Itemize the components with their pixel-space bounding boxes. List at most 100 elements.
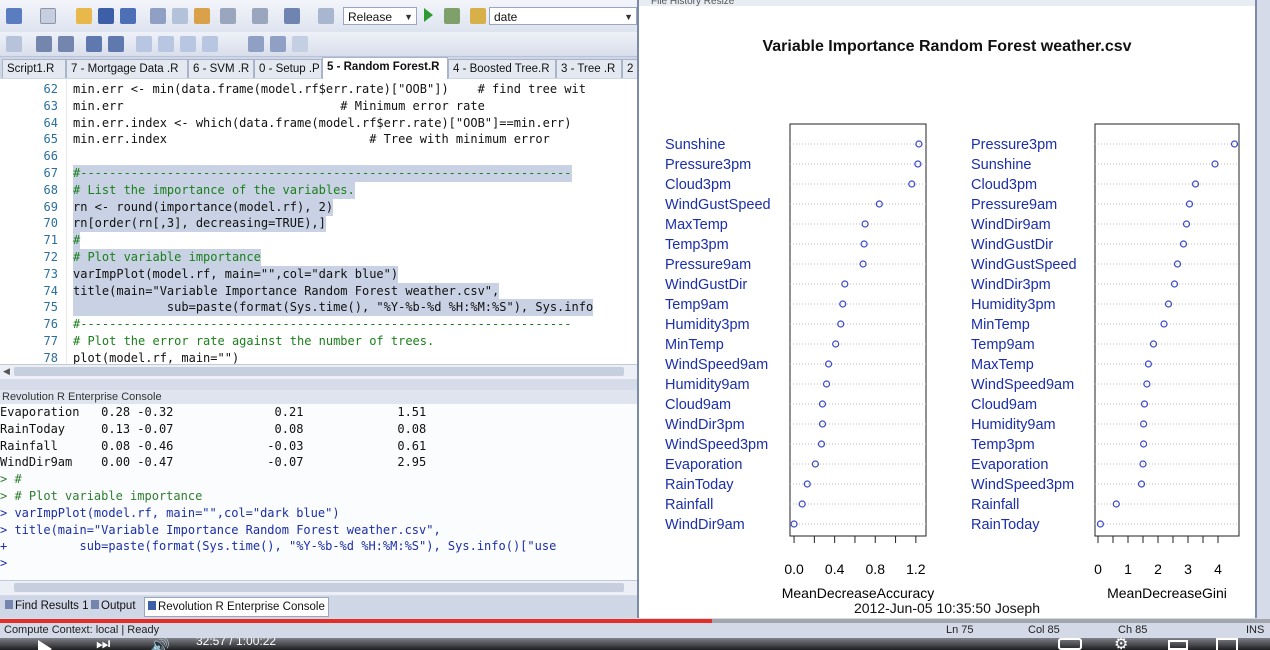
line-indicator: Ln 75: [946, 624, 974, 636]
code-line: 69 rn <- round(importance(model.rf), 2): [0, 198, 640, 216]
debug-icon[interactable]: [444, 8, 460, 24]
scrollbar-thumb[interactable]: [14, 583, 624, 592]
variable-label: Rainfall: [971, 497, 1019, 513]
open-folder-icon[interactable]: [76, 8, 92, 24]
code-line: 72 # Plot variable importance: [0, 249, 640, 266]
code-text: title(main="Variable Importance Random F…: [73, 282, 500, 300]
window-icon[interactable]: [318, 8, 334, 24]
x-tick-label: 0.0: [784, 561, 804, 577]
configuration-value: Release: [348, 10, 393, 24]
editor-horizontal-scrollbar[interactable]: ◀: [0, 364, 640, 379]
tab-svm[interactable]: 6 - SVM .R: [188, 59, 254, 78]
uncomment-icon[interactable]: [108, 36, 124, 52]
variable-label: Cloud3pm: [665, 177, 731, 193]
variable-label: Humidity3pm: [971, 297, 1056, 313]
plot-panel-frame: [789, 123, 927, 537]
search-combo[interactable]: date ▼: [489, 7, 637, 25]
next-bookmark-icon[interactable]: [180, 36, 196, 52]
plot-panel-frame: [1094, 123, 1240, 537]
code-text: plot(model.rf, main=""): [73, 350, 240, 364]
tab-setup[interactable]: 0 - Setup .P: [254, 59, 322, 78]
line-number: 68: [43, 182, 58, 197]
tab-random-forest[interactable]: 5 - Random Forest.R: [322, 57, 448, 79]
tab-find-results[interactable]: Find Results 1: [2, 597, 92, 615]
line-number: 71: [43, 233, 58, 248]
video-progress-bar[interactable]: [0, 619, 1270, 623]
paste-icon[interactable]: [194, 8, 210, 24]
variable-importance-chart: Sunshine Pressure3pm Cloud3pm WindGustSpeed…: [665, 123, 1240, 601]
tab-tree[interactable]: 3 - Tree .R: [556, 59, 622, 78]
save-icon[interactable]: [98, 8, 114, 24]
zoom-icon[interactable]: [292, 36, 308, 52]
x-tick-label: 1.2: [906, 561, 926, 577]
prev-bookmark-icon[interactable]: [158, 36, 174, 52]
variable-label: WindSpeed9am: [971, 377, 1074, 393]
volume-icon[interactable]: 🔊: [150, 638, 170, 650]
undo-icon[interactable]: [220, 8, 236, 24]
console-horizontal-scrollbar[interactable]: [0, 580, 640, 595]
variable-label: WindSpeed3pm: [665, 437, 768, 453]
comment-icon[interactable]: [86, 36, 102, 52]
tab-script1[interactable]: Script1.R: [2, 59, 66, 78]
find-in-files-icon[interactable]: [248, 36, 264, 52]
new-project-icon[interactable]: [6, 8, 22, 24]
variable-label: Cloud9am: [665, 397, 731, 413]
run-icon[interactable]: [424, 8, 433, 22]
tab-boosted-tree[interactable]: 4 - Boosted Tree.R: [448, 59, 556, 78]
variable-label: RainToday: [971, 517, 1040, 533]
navigate-icon[interactable]: [284, 8, 300, 24]
code-line: 77 # Plot the error rate against the numb…: [0, 333, 640, 350]
variable-label: Temp3pm: [665, 237, 729, 253]
main-toolbar: Release ▼ date ▼: [0, 0, 640, 33]
tab-label: 6 - SVM .R: [193, 63, 250, 75]
variable-label: Pressure3pm: [665, 157, 751, 173]
r-console[interactable]: Evaporation 0.28 -0.32 0.21 1.51 RainToda…: [0, 404, 640, 580]
x-tick-label: 0: [1094, 561, 1102, 577]
theater-mode-icon[interactable]: [1168, 640, 1188, 650]
variable-label: WindDir9am: [665, 517, 745, 533]
captions-icon[interactable]: [1058, 638, 1082, 650]
redo-icon[interactable]: [252, 8, 268, 24]
copy-icon[interactable]: [172, 8, 188, 24]
font-size-icon[interactable]: [6, 36, 22, 52]
chevron-down-icon: ▼: [624, 12, 633, 22]
variable-label: WindDir3pm: [971, 277, 1051, 293]
x-tick-label: 1: [1124, 561, 1132, 577]
editor-toolbar: [0, 32, 640, 57]
fullscreen-icon[interactable]: [1216, 638, 1238, 650]
find-icon[interactable]: [470, 8, 486, 24]
scrollbar-thumb[interactable]: [14, 367, 624, 376]
code-text: min.err.index <- which(data.frame(model.…: [73, 115, 572, 130]
save-all-icon[interactable]: [120, 8, 136, 24]
tab-mortgage-data[interactable]: 7 - Mortgage Data .R: [66, 59, 188, 78]
variable-label: WindDir3pm: [665, 417, 745, 433]
x-tick-label: 2: [1154, 561, 1162, 577]
console-line: Rainfall 0.08 -0.46 -0.03 0.61: [0, 438, 427, 453]
code-editor[interactable]: 62 min.err <- min(data.frame(model.rf$err…: [0, 79, 640, 364]
configuration-combo[interactable]: Release ▼: [343, 7, 417, 25]
variable-label: WindGustSpeed: [665, 197, 771, 213]
code-line: 70 rn[order(rn[,3], decreasing=TRUE),]: [0, 215, 640, 233]
line-number: 70: [43, 216, 58, 231]
variable-label: Evaporation: [971, 457, 1048, 473]
replace-icon[interactable]: [270, 36, 286, 52]
tab-console[interactable]: Revolution R Enterprise Console: [144, 597, 329, 617]
settings-icon[interactable]: ⚙: [1114, 638, 1128, 650]
line-number: 64: [43, 115, 58, 130]
clear-bookmarks-icon[interactable]: [202, 36, 218, 52]
new-file-icon[interactable]: [40, 8, 56, 24]
code-line: 62 min.err <- min(data.frame(model.rf$err…: [0, 81, 640, 98]
scroll-left-icon[interactable]: ◀: [3, 366, 10, 377]
cut-icon[interactable]: [150, 8, 166, 24]
status-bar: Compute Context: local | Ready Ln 75 Col…: [0, 622, 1270, 638]
outdent-icon[interactable]: [36, 36, 52, 52]
variable-label: Pressure9am: [665, 257, 751, 273]
play-icon[interactable]: [38, 640, 52, 650]
variable-label: RainToday: [665, 477, 734, 493]
bookmark-icon[interactable]: [136, 36, 152, 52]
variable-label: WindSpeed3pm: [971, 477, 1074, 493]
next-icon[interactable]: ⏭: [96, 638, 110, 650]
indent-icon[interactable]: [58, 36, 74, 52]
tab-output[interactable]: Output: [88, 597, 139, 615]
line-number: 65: [43, 132, 58, 147]
